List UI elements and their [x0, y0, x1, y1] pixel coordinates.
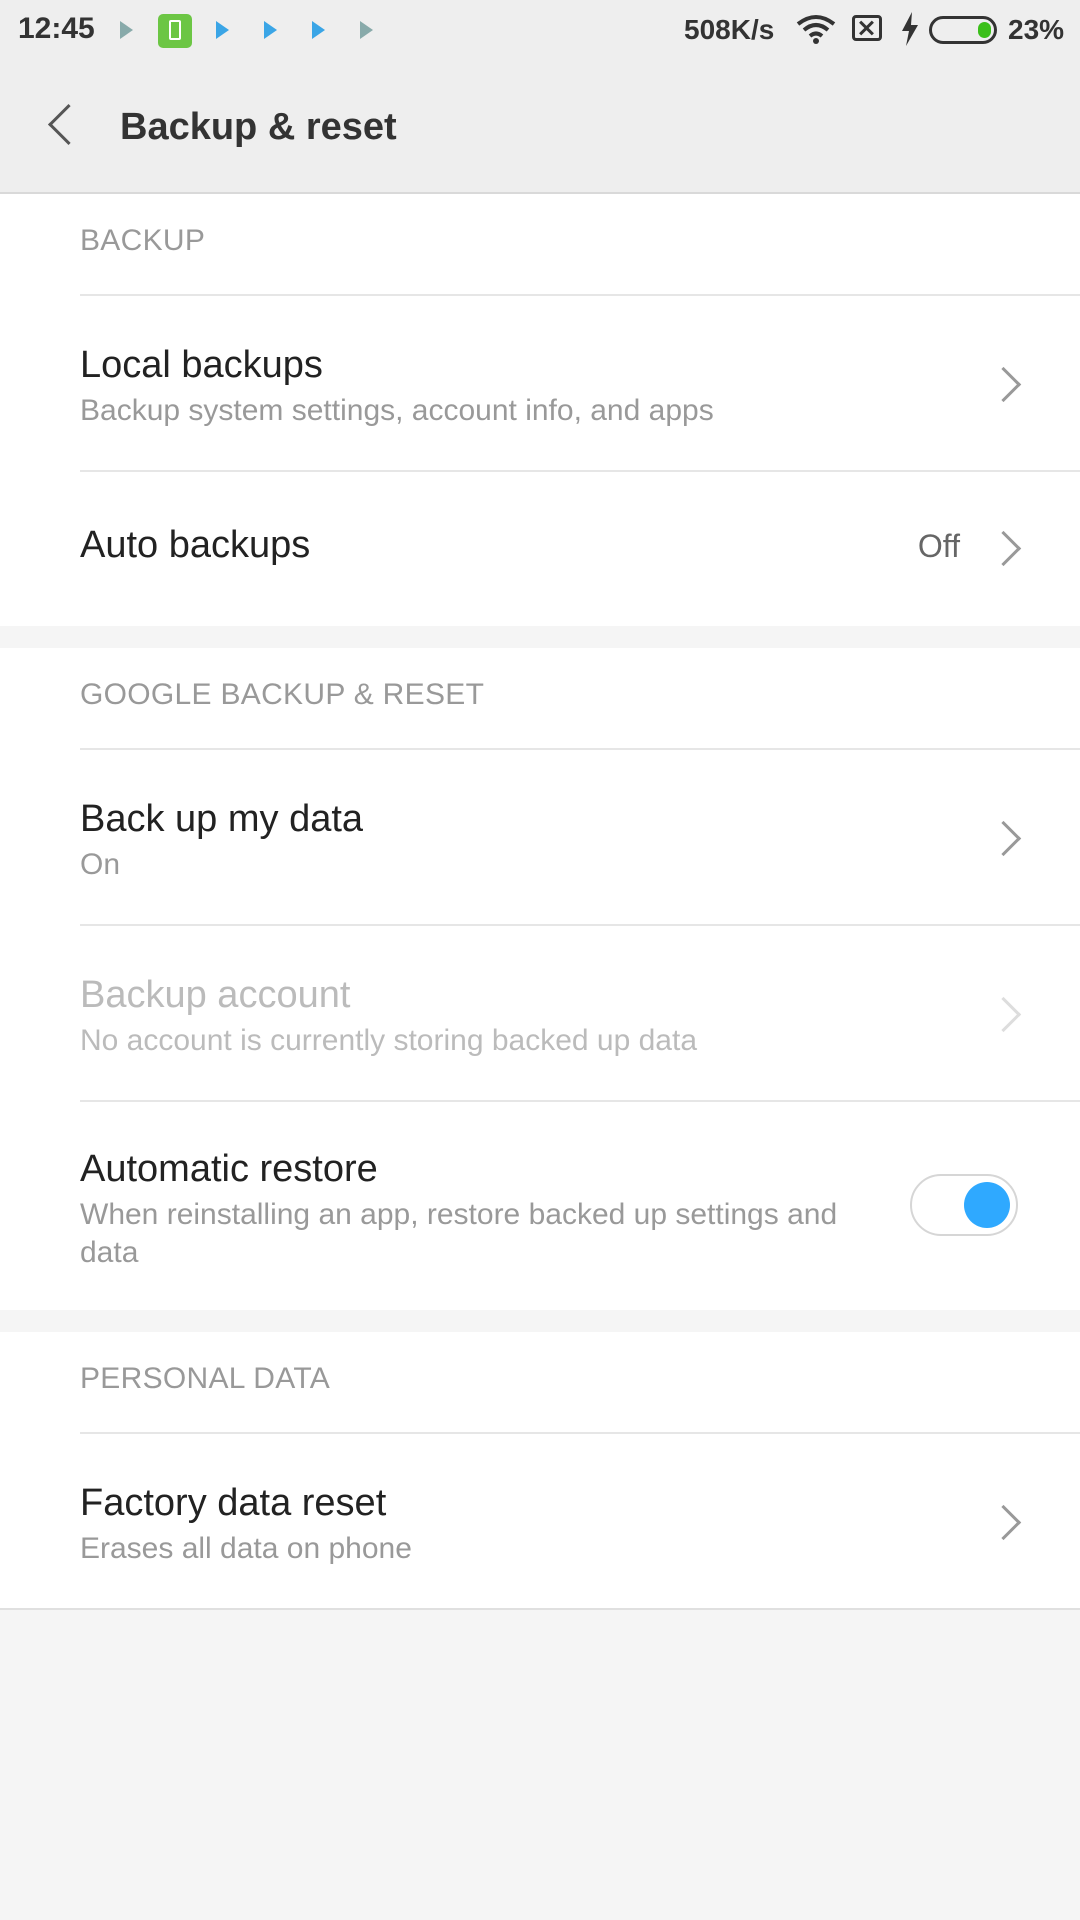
factory-reset-row[interactable]: Factory data reset Erases all data on ph… [0, 1434, 1080, 1608]
row-subtitle: When reinstalling an app, restore backed… [80, 1198, 838, 1269]
battery-percent: 23% [1008, 14, 1065, 45]
row-title: Factory data reset [80, 1482, 387, 1524]
row-title: Backup account [80, 974, 351, 1016]
row-title: Local backups [80, 344, 323, 386]
battery-icon [929, 16, 997, 44]
local-backups-row[interactable]: Local backups Backup system settings, ac… [0, 296, 1080, 470]
wifi-icon [796, 15, 836, 44]
play-store-icon [264, 21, 277, 39]
backup-section: BACKUP Local backups Backup system setti… [0, 194, 1080, 626]
automatic-restore-row[interactable]: Automatic restore When reinstalling an a… [0, 1102, 1080, 1310]
status-bar: 12:45 508K/s 23% [0, 0, 1080, 60]
row-subtitle: No account is currently storing backed u… [80, 1024, 698, 1057]
no-sim-icon [852, 15, 882, 41]
section-label: GOOGLE BACKUP & RESET [80, 678, 485, 711]
backup-account-row: Backup account No account is currently s… [0, 926, 1080, 1100]
divider [0, 1608, 1080, 1610]
back-up-my-data-row[interactable]: Back up my data On [0, 750, 1080, 924]
chevron-right-icon [985, 530, 1022, 567]
page-title: Backup & reset [120, 106, 397, 148]
row-title: Auto backups [80, 524, 311, 566]
section-header-backup: BACKUP [0, 194, 1080, 294]
row-subtitle: Erases all data on phone [80, 1532, 412, 1565]
battery-level [978, 22, 991, 38]
row-subtitle: On [80, 848, 121, 881]
chevron-right-icon [985, 996, 1022, 1033]
auto-backups-row[interactable]: Auto backups Off [0, 472, 1080, 626]
section-label: PERSONAL DATA [80, 1362, 331, 1395]
charging-icon [902, 12, 918, 46]
section-header-google: GOOGLE BACKUP & RESET [0, 648, 1080, 748]
play-store-icon [312, 21, 325, 39]
toggle-knob [964, 1182, 1010, 1228]
play-store-icon [120, 21, 133, 39]
row-title: Back up my data [80, 798, 364, 840]
app-header: Backup & reset [0, 60, 1080, 194]
network-speed: 508K/s [684, 14, 775, 45]
battery-app-icon [158, 14, 192, 48]
play-store-icon [216, 21, 229, 39]
personal-data-section: PERSONAL DATA Factory data reset Erases … [0, 1332, 1080, 1608]
auto-backups-value: Off [917, 528, 960, 564]
chevron-right-icon [985, 1504, 1022, 1541]
google-backup-section: GOOGLE BACKUP & RESET Back up my data On… [0, 648, 1080, 1310]
chevron-right-icon [985, 366, 1022, 403]
section-header-personal: PERSONAL DATA [0, 1332, 1080, 1432]
row-title: Automatic restore [80, 1148, 378, 1190]
chevron-right-icon [985, 820, 1022, 857]
row-subtitle: Backup system settings, account info, an… [80, 394, 714, 427]
automatic-restore-toggle[interactable] [910, 1174, 1018, 1236]
chevron-left-icon [47, 103, 90, 146]
status-time: 12:45 [18, 12, 95, 45]
play-store-icon [360, 21, 373, 39]
back-button[interactable] [40, 98, 90, 154]
section-label: BACKUP [80, 224, 206, 257]
